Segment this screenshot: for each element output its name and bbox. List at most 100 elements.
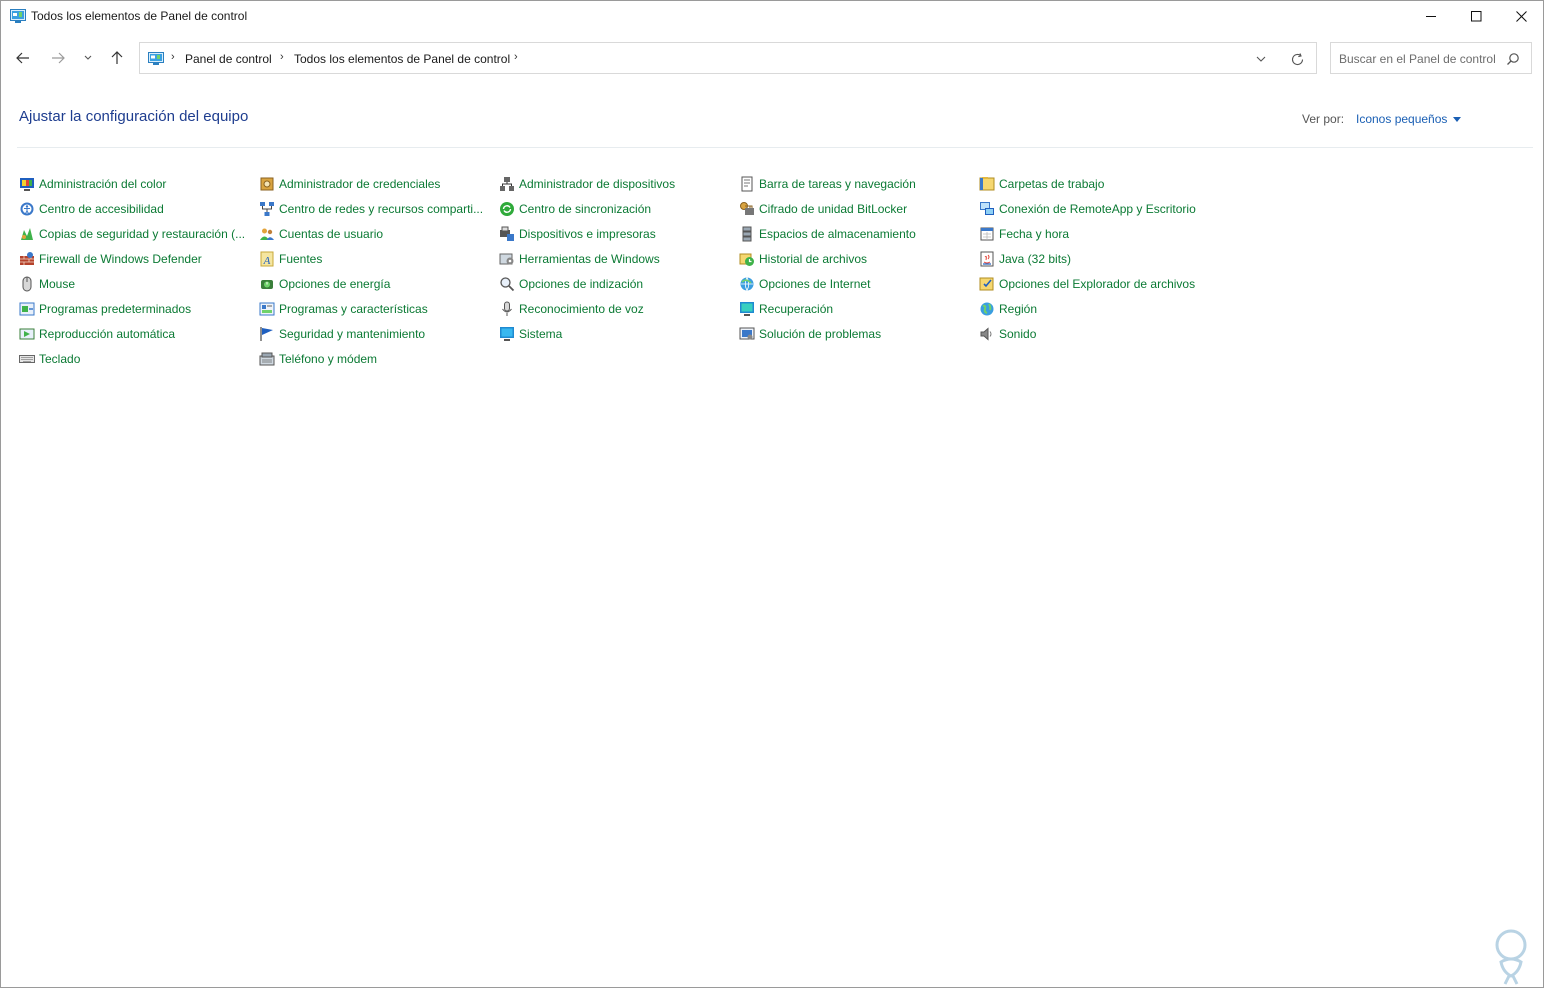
control-panel-item-region[interactable]: Región: [979, 299, 1209, 319]
speech-recognition-icon[interactable]: [499, 301, 515, 317]
keyboard-icon[interactable]: [19, 351, 35, 367]
control-panel-item-fonts[interactable]: A Fuentes: [259, 249, 489, 269]
control-panel-item-date-time[interactable]: Fecha y hora: [979, 224, 1209, 244]
autoplay-icon[interactable]: [19, 326, 35, 342]
forward-button[interactable]: [47, 47, 69, 69]
file-history-icon[interactable]: [739, 251, 755, 267]
control-panel-item-accessibility[interactable]: Centro de accesibilidad: [19, 199, 249, 219]
power-options-icon[interactable]: [259, 276, 275, 292]
control-panel-item-power-options[interactable]: Opciones de energía: [259, 274, 489, 294]
control-panel-item-speech-recognition[interactable]: Reconocimiento de voz: [499, 299, 729, 319]
phone-modem-icon[interactable]: [259, 351, 275, 367]
item-label[interactable]: Opciones del Explorador de archivos: [999, 277, 1195, 291]
control-panel-item-sync-center[interactable]: Centro de sincronización: [499, 199, 729, 219]
item-label[interactable]: Administración del color: [39, 177, 166, 191]
control-panel-item-autoplay[interactable]: Reproducción automática: [19, 324, 249, 344]
control-panel-item-programs-features[interactable]: Programas y características: [259, 299, 489, 319]
control-panel-item-system[interactable]: Sistema: [499, 324, 729, 344]
item-label[interactable]: Centro de accesibilidad: [39, 202, 164, 216]
mouse-icon[interactable]: [19, 276, 35, 292]
view-by-value[interactable]: Iconos pequeños: [1356, 112, 1447, 126]
devices-printers-icon[interactable]: [499, 226, 515, 242]
control-panel-item-color-management[interactable]: Administración del color: [19, 174, 249, 194]
item-label[interactable]: Mouse: [39, 277, 75, 291]
control-panel-item-windows-tools[interactable]: Herramientas de Windows: [499, 249, 729, 269]
control-panel-item-credential-manager[interactable]: Administrador de credenciales: [259, 174, 489, 194]
breadcrumb-item-panel-de-control[interactable]: Panel de control: [185, 52, 272, 66]
search-placeholder[interactable]: Buscar en el Panel de control: [1339, 52, 1496, 66]
item-label[interactable]: Carpetas de trabajo: [999, 177, 1104, 191]
item-label[interactable]: Opciones de indización: [519, 277, 643, 291]
taskbar-icon[interactable]: [739, 176, 755, 192]
control-panel-item-default-programs[interactable]: Programas predeterminados: [19, 299, 249, 319]
item-label[interactable]: Centro de sincronización: [519, 202, 651, 216]
security-maintenance-icon[interactable]: [259, 326, 275, 342]
item-label[interactable]: Administrador de dispositivos: [519, 177, 675, 191]
control-panel-item-storage-spaces[interactable]: Espacios de almacenamiento: [739, 224, 969, 244]
credential-manager-icon[interactable]: [259, 176, 275, 192]
control-panel-item-devices-printers[interactable]: Dispositivos e impresoras: [499, 224, 729, 244]
item-label[interactable]: Cifrado de unidad BitLocker: [759, 202, 907, 216]
item-label[interactable]: Fecha y hora: [999, 227, 1069, 241]
control-panel-item-security-maintenance[interactable]: Seguridad y mantenimiento: [259, 324, 489, 344]
control-panel-item-explorer-options[interactable]: Opciones del Explorador de archivos: [979, 274, 1209, 294]
item-label[interactable]: Solución de problemas: [759, 327, 881, 341]
view-by-dropdown[interactable]: Iconos pequeños: [1356, 112, 1462, 126]
java-icon[interactable]: [979, 251, 995, 267]
color-management-icon[interactable]: [19, 176, 35, 192]
item-label[interactable]: Opciones de Internet: [759, 277, 870, 291]
date-time-icon[interactable]: [979, 226, 995, 242]
refresh-icon[interactable]: [1290, 52, 1305, 67]
search-box[interactable]: Buscar en el Panel de control: [1330, 42, 1532, 74]
control-panel-item-device-manager[interactable]: Administrador de dispositivos: [499, 174, 729, 194]
control-panel-item-work-folders[interactable]: Carpetas de trabajo: [979, 174, 1209, 194]
item-label[interactable]: Reconocimiento de voz: [519, 302, 644, 316]
control-panel-item-remoteapp[interactable]: Conexión de RemoteApp y Escritorio: [979, 199, 1209, 219]
item-label[interactable]: Copias de seguridad y restauración (...: [39, 227, 245, 241]
internet-options-icon[interactable]: [739, 276, 755, 292]
dropdown-caret-icon[interactable]: [1453, 116, 1462, 122]
control-panel-item-taskbar[interactable]: Barra de tareas y navegación: [739, 174, 969, 194]
search-icon[interactable]: [1506, 52, 1520, 66]
control-panel-item-internet-options[interactable]: Opciones de Internet: [739, 274, 969, 294]
item-label[interactable]: Programas y características: [279, 302, 428, 316]
item-label[interactable]: Espacios de almacenamiento: [759, 227, 916, 241]
breadcrumb-item-all-elements[interactable]: Todos los elementos de Panel de control: [294, 52, 510, 66]
item-label[interactable]: Reproducción automática: [39, 327, 175, 341]
item-label[interactable]: Historial de archivos: [759, 252, 867, 266]
bitlocker-icon[interactable]: [739, 201, 755, 217]
control-panel-item-recovery[interactable]: Recuperación: [739, 299, 969, 319]
recovery-icon[interactable]: [739, 301, 755, 317]
storage-spaces-icon[interactable]: [739, 226, 755, 242]
programs-features-icon[interactable]: [259, 301, 275, 317]
backup-restore-icon[interactable]: [19, 226, 35, 242]
item-label[interactable]: Administrador de credenciales: [279, 177, 440, 191]
network-center-icon[interactable]: [259, 201, 275, 217]
item-label[interactable]: Dispositivos e impresoras: [519, 227, 656, 241]
item-label[interactable]: Herramientas de Windows: [519, 252, 660, 266]
control-panel-item-firewall[interactable]: Firewall de Windows Defender: [19, 249, 249, 269]
item-label[interactable]: Seguridad y mantenimiento: [279, 327, 425, 341]
default-programs-icon[interactable]: [19, 301, 35, 317]
control-panel-item-mouse[interactable]: Mouse: [19, 274, 249, 294]
item-label[interactable]: Recuperación: [759, 302, 833, 316]
item-label[interactable]: Barra de tareas y navegación: [759, 177, 916, 191]
item-label[interactable]: Teléfono y módem: [279, 352, 377, 366]
item-label[interactable]: Cuentas de usuario: [279, 227, 383, 241]
back-button[interactable]: [12, 47, 34, 69]
minimize-button[interactable]: [1408, 1, 1454, 32]
system-icon[interactable]: [499, 326, 515, 342]
control-panel-item-network-center[interactable]: Centro de redes y recursos comparti...: [259, 199, 489, 219]
explorer-options-icon[interactable]: [979, 276, 995, 292]
control-panel-item-keyboard[interactable]: Teclado: [19, 349, 249, 369]
up-button[interactable]: [106, 47, 128, 69]
item-label[interactable]: Teclado: [39, 352, 80, 366]
address-bar[interactable]: › Panel de control › Todos los elementos…: [139, 42, 1317, 74]
control-panel-item-backup-restore[interactable]: Copias de seguridad y restauración (...: [19, 224, 249, 244]
control-panel-item-sound[interactable]: Sonido: [979, 324, 1209, 344]
control-panel-item-file-history[interactable]: Historial de archivos: [739, 249, 969, 269]
item-label[interactable]: Fuentes: [279, 252, 322, 266]
user-accounts-icon[interactable]: [259, 226, 275, 242]
work-folders-icon[interactable]: [979, 176, 995, 192]
control-panel-item-java[interactable]: Java (32 bits): [979, 249, 1209, 269]
